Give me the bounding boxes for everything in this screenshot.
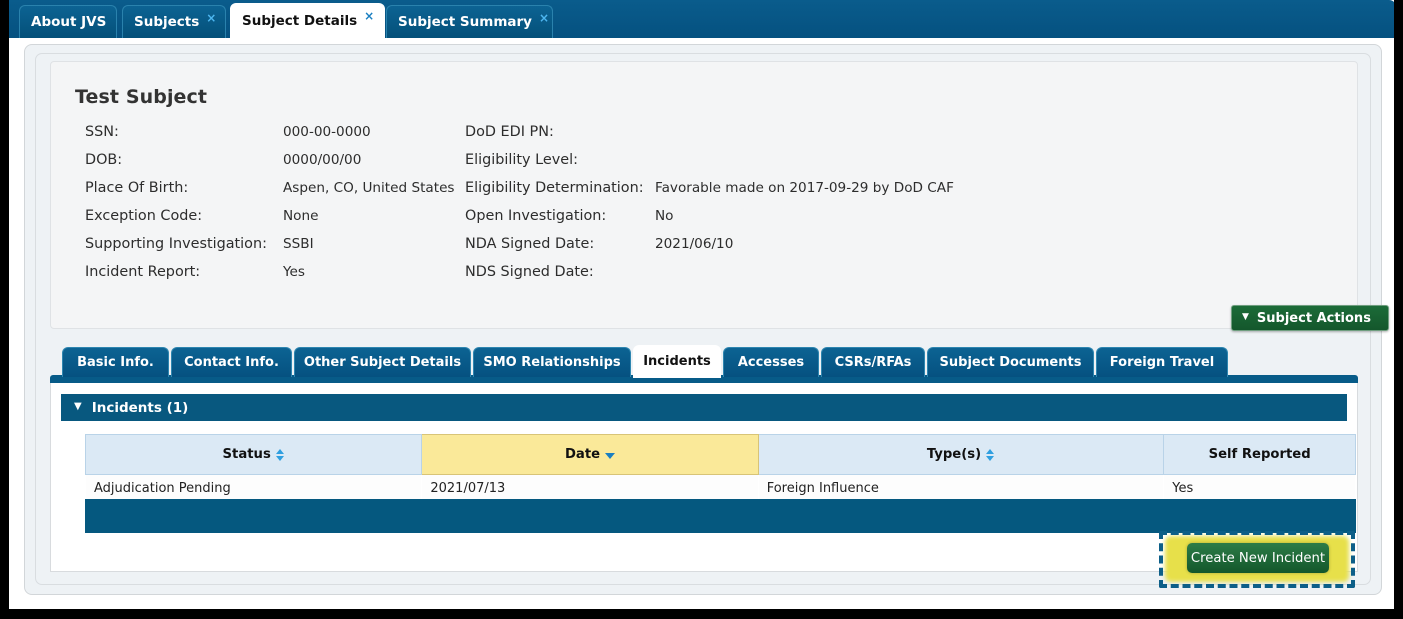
tab-smo-relationships[interactable]: SMO Relationships: [473, 347, 631, 377]
incident-types: Foreign Influence: [757, 474, 1165, 502]
browser-tab-subject-summary[interactable]: Subject Summary ×: [386, 5, 553, 38]
subject-actions-button[interactable]: ▼ Subject Actions: [1231, 305, 1389, 331]
sort-descending-icon[interactable]: [605, 452, 616, 459]
browser-tab-label: Subject Details: [242, 13, 358, 29]
column-header-label: Date: [564, 447, 601, 462]
subject-field-value: None: [283, 208, 319, 224]
browser-tab-label: Subjects: [134, 14, 200, 30]
column-header-content: Date: [564, 447, 616, 462]
column-header-self-reported: Self Reported: [1163, 434, 1356, 475]
tab-label: Incidents: [643, 354, 711, 369]
sort-both-icon[interactable]: [275, 448, 285, 462]
incidents-table-body: Adjudication Pending 2021/07/13 Foreign In…: [84, 474, 1356, 502]
close-icon[interactable]: ×: [364, 9, 383, 23]
subject-field-value: SSBI: [283, 236, 314, 252]
page-title: Test Subject: [75, 86, 208, 108]
outer-panel: Test Subject SSN: 000-00-0000 DoD EDI PN: D…: [24, 44, 1389, 595]
subject-field-label: Place Of Birth:: [85, 180, 189, 196]
subject-field-label: Incident Report:: [85, 264, 201, 280]
tab-csrs-rfas[interactable]: CSRs/RFAs: [821, 347, 925, 377]
close-icon[interactable]: ×: [539, 11, 558, 25]
tab-accesses[interactable]: Accesses: [723, 347, 819, 377]
subject-field-label: NDA Signed Date:: [465, 236, 595, 252]
column-header-status[interactable]: Status: [84, 434, 423, 475]
subject-field-grid: SSN: 000-00-0000 DoD EDI PN: DOB: 0000/00/00…: [85, 124, 954, 292]
tab-contact-info[interactable]: Contact Info.: [171, 347, 292, 377]
create-new-incident-label: Create New Incident: [1190, 550, 1326, 566]
subject-field-row: DOB: 0000/00/00 Eligibility Level:: [85, 152, 954, 180]
subject-field-row: Place Of Birth: Aspen, CO, United States E…: [85, 180, 954, 208]
subject-field-value: Yes: [283, 264, 305, 280]
tab-label: Contact Info.: [184, 355, 279, 370]
column-header-label: Type(s): [926, 447, 982, 462]
incidents-table-footer: [85, 499, 1356, 533]
subject-summary-panel: Test Subject SSN: 000-00-0000 DoD EDI PN: D…: [50, 61, 1358, 329]
close-icon[interactable]: ×: [206, 11, 225, 25]
subject-field-label: Exception Code:: [85, 208, 203, 224]
application-frame: About JVS Subjects × Subject Details × Subjec…: [9, 0, 1394, 609]
incident-status: Adjudication Pending: [84, 474, 423, 502]
incidents-table: Status Date Type(s) Self Reported Adjudicat…: [84, 434, 1356, 502]
subject-field-label: DOB:: [85, 152, 123, 168]
inner-panel: Test Subject SSN: 000-00-0000 DoD EDI PN: D…: [35, 53, 1389, 585]
subject-field-value: 2021/06/10: [655, 236, 734, 252]
subject-field-label: SSN:: [85, 124, 119, 140]
subject-field-row: Supporting Investigation: SSBI NDA Signed …: [85, 236, 954, 264]
column-header-content: Self Reported: [1209, 447, 1311, 462]
subject-field-label: Eligibility Determination:: [465, 180, 644, 196]
subject-field-value: 000-00-0000: [283, 124, 371, 140]
table-row[interactable]: Adjudication Pending 2021/07/13 Foreign In…: [84, 474, 1356, 502]
sort-both-icon[interactable]: [986, 448, 995, 462]
column-header-type-s[interactable]: Type(s): [757, 434, 1165, 475]
subject-field-row: SSN: 000-00-0000 DoD EDI PN:: [85, 124, 954, 152]
incident-date: 2021/07/13: [421, 474, 759, 502]
tab-label: Foreign Travel: [1109, 355, 1215, 370]
subject-field-value: Favorable made on 2017-09-29 by DoD CAF: [655, 180, 954, 196]
tab-other-subject-details[interactable]: Other Subject Details: [294, 347, 471, 377]
tab-foreign-travel[interactable]: Foreign Travel: [1096, 347, 1228, 377]
column-header-date[interactable]: Date: [421, 434, 759, 475]
tab-incidents[interactable]: Incidents: [633, 345, 721, 378]
tab-subject-documents[interactable]: Subject Documents: [927, 347, 1094, 377]
subject-field-label: Supporting Investigation:: [85, 236, 267, 252]
chevron-down-icon: ▼: [74, 401, 82, 412]
column-header-content: Status: [223, 447, 285, 462]
tab-label: Subject Documents: [939, 355, 1082, 370]
column-header-content: Type(s): [927, 447, 995, 462]
browser-tab-label: About JVS: [31, 14, 107, 30]
column-header-label: Status: [222, 447, 271, 462]
subject-field-label: Open Investigation:: [465, 208, 607, 224]
subject-field-label: Eligibility Level:: [465, 152, 578, 168]
create-new-incident-region: Create New Incident: [1159, 531, 1355, 588]
incidents-section-header[interactable]: ▼ Incidents (1): [61, 394, 1347, 421]
subject-field-value: Aspen, CO, United States: [283, 180, 455, 196]
column-header-label: Self Reported: [1208, 447, 1311, 462]
page-body: Test Subject SSN: 000-00-0000 DoD EDI PN: D…: [9, 38, 1394, 609]
tab-label: CSRs/RFAs: [834, 355, 912, 370]
subject-actions-label: Subject Actions: [1256, 310, 1371, 326]
subject-field-label: DoD EDI PN:: [465, 124, 554, 140]
tab-label: Accesses: [737, 355, 805, 370]
browser-tab-subjects[interactable]: Subjects ×: [122, 5, 226, 38]
tab-label: SMO Relationships: [483, 355, 621, 370]
incidents-table-header-row: Status Date Type(s) Self Reported: [84, 434, 1356, 475]
browser-tab-subject-details[interactable]: Subject Details ×: [230, 3, 385, 39]
subject-field-label: NDS Signed Date:: [465, 264, 594, 280]
subject-field-value: 0000/00/00: [283, 152, 362, 168]
browser-tab-about-jvs[interactable]: About JVS: [19, 5, 117, 38]
chevron-down-icon: ▼: [1242, 311, 1249, 322]
subject-field-value: No: [655, 208, 674, 224]
tab-basic-info[interactable]: Basic Info.: [62, 347, 169, 377]
incident-self-reported: Yes: [1163, 474, 1356, 502]
section-tab-bar: Basic Info. Contact Info. Other Subject De…: [50, 345, 1358, 378]
tab-label: Other Subject Details: [303, 355, 462, 370]
browser-tab-label: Subject Summary: [398, 14, 532, 30]
tab-label: Basic Info.: [77, 355, 154, 370]
incidents-section-title: Incidents (1): [91, 399, 189, 416]
subject-field-row: Incident Report: Yes NDS Signed Date:: [85, 264, 954, 292]
subject-field-row: Exception Code: None Open Investigation: No: [85, 208, 954, 236]
browser-tab-strip: About JVS Subjects × Subject Details × Subjec…: [9, 0, 1394, 39]
create-new-incident-button[interactable]: Create New Incident: [1187, 543, 1329, 573]
